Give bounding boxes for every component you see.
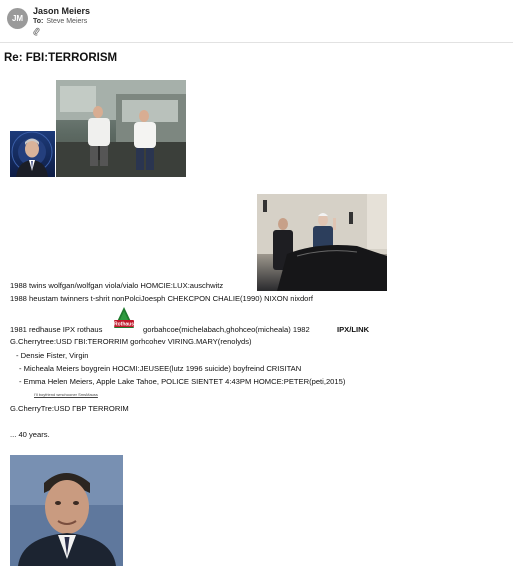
rothaus-logo-image: Rothaus: [112, 306, 136, 332]
body-line-redhause: 1981 redhause IPX rothaus: [10, 325, 103, 334]
car-greeting-photo: [257, 194, 387, 291]
paperclip-icon[interactable]: [33, 27, 40, 38]
body-line-twins: 1988 twins wolfgan/wolfgan viola/vialo H…: [10, 281, 224, 290]
ipx-link[interactable]: IPX/LINK: [337, 325, 369, 334]
portrait-photo: [10, 455, 123, 566]
list-item: - Emma Helen Meiers, Apple Lake Tahoe, P…: [19, 377, 346, 386]
body-line-cherrytre: G.CherryTre:USD ГBP TERRORIM: [10, 404, 129, 413]
body-line-gorbahcoe: gorbahcoe(michelabach,ghohceo(micheala) …: [143, 325, 310, 334]
sender-avatar[interactable]: JM: [7, 8, 28, 29]
svg-text:Rothaus: Rothaus: [114, 322, 134, 328]
tiny-link[interactable]: I'll boyfriend wmchooner SmsMauss: [34, 392, 98, 397]
list-item: - Densie Fister, Virgin: [16, 351, 89, 360]
sender-name[interactable]: Jason Meiers: [33, 6, 90, 16]
to-label: To:: [33, 18, 44, 25]
email-subject: Re: FBI:TERRORISM: [4, 52, 118, 64]
email-header: JM Jason Meiers To: Steve Meiers: [0, 0, 513, 43]
body-line-heustam: 1988 heustam twinners t-shrit nonPolciJo…: [10, 294, 314, 303]
official-portrait-image: [10, 131, 55, 177]
recipient-name[interactable]: Steve Meiers: [46, 18, 87, 25]
body-line-forty-years: ... 40 years.: [10, 430, 50, 439]
recipient-line: To: Steve Meiers: [33, 18, 87, 25]
garage-vehicle-photo: [56, 80, 186, 177]
body-line-cherrytree: G.Cherrytree:USD ГBI:TERORRIM gorhcohev …: [10, 337, 252, 346]
list-item: - Micheala Meiers boygrein HOCMI:JEUSEE(…: [19, 364, 302, 373]
